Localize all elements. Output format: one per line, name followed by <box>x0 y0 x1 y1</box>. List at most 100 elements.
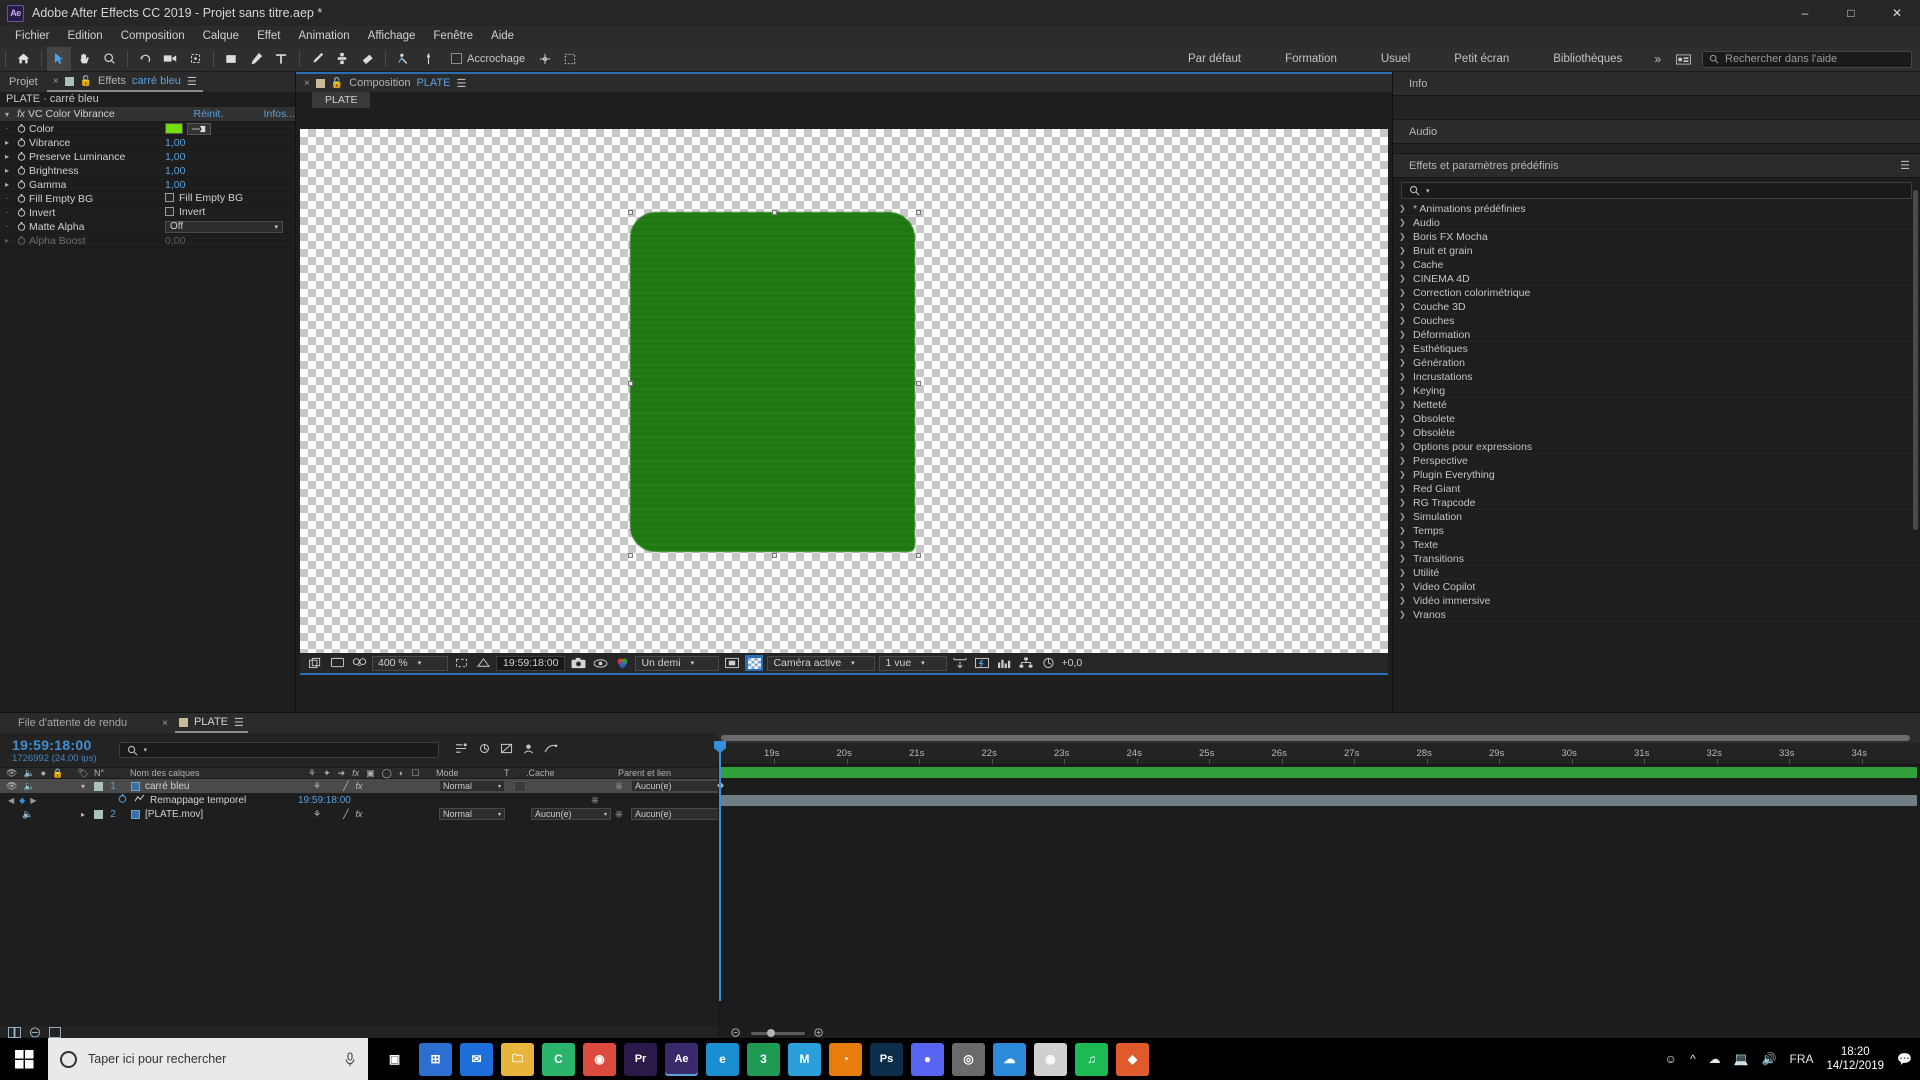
chevron-right-icon[interactable]: ❯ <box>1399 568 1407 577</box>
row2-layer-switches[interactable]: ⚘ ╱ fx <box>309 809 437 820</box>
row2-name-cell[interactable]: [PLATE.mov] <box>123 809 309 820</box>
taskbar-task-view-icon[interactable]: ▣ <box>378 1043 411 1076</box>
effects-category-item[interactable]: ❯Obsolète <box>1393 426 1920 440</box>
tab-timeline-plate[interactable]: PLATE ☰ <box>175 713 248 733</box>
language-indicator[interactable]: FRA <box>1789 1052 1813 1066</box>
rotation-tool-icon[interactable] <box>133 47 157 71</box>
shy-icon[interactable]: ⚘ <box>313 809 321 820</box>
puppet-pin-tool-icon[interactable] <box>416 47 440 71</box>
stopwatch-icon[interactable] <box>14 222 29 231</box>
param-value-preserve-luminance[interactable]: 1,00 <box>165 151 295 163</box>
param-value-gamma[interactable]: 1,00 <box>165 179 295 191</box>
row2-trackmatte-cell[interactable]: Aucun(e) ▾ <box>531 808 615 820</box>
chevron-right-icon[interactable]: ❯ <box>1399 484 1407 493</box>
eyedropper-icon[interactable] <box>187 123 211 135</box>
effect-header-row[interactable]: ▾ fx VC Color Vibrance Réinit. Infos... <box>0 107 295 122</box>
stopwatch-icon[interactable] <box>14 180 29 189</box>
graph-editor-icon[interactable] <box>544 743 558 757</box>
pen-tool-icon[interactable] <box>244 47 268 71</box>
invert-checkbox[interactable] <box>165 207 174 216</box>
exposure-value[interactable]: +0,0 <box>1061 657 1082 669</box>
workspace-formation[interactable]: Formation <box>1263 46 1359 72</box>
param-value-invert[interactable]: Invert <box>165 206 295 220</box>
quality-icon[interactable]: ╱ <box>343 809 348 820</box>
resolution-select[interactable]: Un demi ▾ <box>635 656 719 671</box>
taskbar-browser-c-icon[interactable]: C <box>542 1043 575 1076</box>
effects-category-item[interactable]: ❯Keying <box>1393 384 1920 398</box>
chevron-right-icon[interactable]: ❯ <box>1399 344 1407 353</box>
selection-handle-tc[interactable] <box>772 210 777 215</box>
effects-icon[interactable]: fx <box>356 809 363 820</box>
snapping-checkbox[interactable] <box>451 53 462 64</box>
panel-menu-icon[interactable]: ☰ <box>456 77 466 90</box>
keyframe-marker-icon[interactable]: ◆ <box>19 796 25 805</box>
effects-category-item[interactable]: ❯Temps <box>1393 524 1920 538</box>
effects-category-item[interactable]: ❯Vidéo immersive <box>1393 594 1920 608</box>
taskbar-spotify-icon[interactable]: ♫ <box>1075 1043 1108 1076</box>
row1-parent-pickwhip-icon[interactable]: ⎈ <box>615 781 631 792</box>
row2-switches[interactable]: 🔈 <box>0 809 72 820</box>
effects-category-item[interactable]: ❯Netteté <box>1393 398 1920 412</box>
chevron-right-icon[interactable]: ❯ <box>1399 428 1407 437</box>
disclosure-icon[interactable]: ▸ <box>0 180 14 189</box>
close-icon[interactable]: × <box>53 76 59 87</box>
chevron-right-icon[interactable]: ❯ <box>1399 470 1407 479</box>
param-row-color[interactable]: · Color <box>0 122 295 136</box>
taskbar-cloud-app-icon[interactable]: ☁ <box>993 1043 1026 1076</box>
menu-fenetre[interactable]: Fenêtre <box>424 26 482 46</box>
taskbar-monitor-app-icon[interactable]: M <box>788 1043 821 1076</box>
workspace-par-defaut[interactable]: Par défaut <box>1166 46 1263 72</box>
audio-panel-header[interactable]: Audio <box>1393 120 1920 144</box>
composition-mini-flowchart-icon[interactable] <box>455 743 469 757</box>
effect-disclosure-icon[interactable]: ▾ <box>0 110 14 119</box>
menu-animation[interactable]: Animation <box>290 26 359 46</box>
param-value-color[interactable] <box>165 123 295 135</box>
effects-category-item[interactable]: ❯Esthétiques <box>1393 342 1920 356</box>
chevron-right-icon[interactable]: ❯ <box>1399 498 1407 507</box>
comp-flowchart-icon[interactable] <box>1017 655 1035 671</box>
panel-menu-icon[interactable]: ☰ <box>1900 159 1910 172</box>
zoom-level-select[interactable]: 400 % ▾ <box>372 656 448 671</box>
chevron-right-icon[interactable]: ❯ <box>1399 610 1407 619</box>
pixel-aspect-correction-icon[interactable] <box>951 655 969 671</box>
keyframe-nav[interactable]: ◀ ◆ ▶ <box>0 796 72 805</box>
chevron-right-icon[interactable]: ❯ <box>1399 554 1407 563</box>
layer-bar-carre-bleu[interactable] <box>720 767 1917 778</box>
taskbar-mail-icon[interactable]: ✉ <box>460 1043 493 1076</box>
chevron-right-icon[interactable]: ❯ <box>1399 330 1407 339</box>
maximize-button[interactable]: □ <box>1828 0 1874 26</box>
chevron-right-icon[interactable]: ❯ <box>1399 414 1407 423</box>
tab-render-queue[interactable]: File d'attente de rendu <box>18 717 127 729</box>
transparency-grid-icon[interactable] <box>474 655 492 671</box>
effect-infos-link[interactable]: Infos... <box>263 108 295 120</box>
row2-mode-cell[interactable]: Normal ▾ <box>437 808 509 820</box>
row1-switches[interactable]: 👁 🔈 <box>0 781 72 792</box>
minimize-button[interactable]: – <box>1782 0 1828 26</box>
param-row-preserve-luminance[interactable]: ▸ Preserve Luminance 1,00 <box>0 150 295 164</box>
timeline-zoom-strip[interactable] <box>718 733 1920 743</box>
effects-category-item[interactable]: ❯* Animations prédéfinies <box>1393 202 1920 216</box>
close-icon[interactable]: × <box>304 78 310 89</box>
param-row-vibrance[interactable]: ▸ Vibrance 1,00 <box>0 136 295 150</box>
taskbar-chrome-icon[interactable]: ◉ <box>583 1043 616 1076</box>
disclosure-icon[interactable]: ▸ <box>0 166 14 175</box>
zoom-tool-icon[interactable] <box>97 47 121 71</box>
panel-menu-icon[interactable]: ☰ <box>187 75 197 88</box>
clone-stamp-tool-icon[interactable] <box>330 47 354 71</box>
effects-category-item[interactable]: ❯Audio <box>1393 216 1920 230</box>
param-row-invert[interactable]: · Invert Invert <box>0 206 295 220</box>
chevron-right-icon[interactable]: ❯ <box>1399 582 1407 591</box>
action-center-icon[interactable]: 💬 <box>1897 1052 1912 1066</box>
motion-blur-icon[interactable] <box>478 743 491 757</box>
menu-fichier[interactable]: Fichier <box>6 26 59 46</box>
stopwatch-icon[interactable] <box>14 166 29 175</box>
timeline-search-input[interactable]: ▾ <box>119 742 439 758</box>
show-snapshot-icon[interactable] <box>591 655 609 671</box>
effects-category-item[interactable]: ❯Perspective <box>1393 454 1920 468</box>
stopwatch-icon[interactable] <box>14 152 29 161</box>
selection-handle-br[interactable] <box>916 553 921 558</box>
taskbar-file-explorer-icon[interactable]: 🗀 <box>501 1043 534 1076</box>
selection-tool-icon[interactable] <box>47 47 71 71</box>
timeline-horizontal-scrollbar[interactable] <box>721 735 1910 741</box>
effects-category-item[interactable]: ❯Incrustations <box>1393 370 1920 384</box>
